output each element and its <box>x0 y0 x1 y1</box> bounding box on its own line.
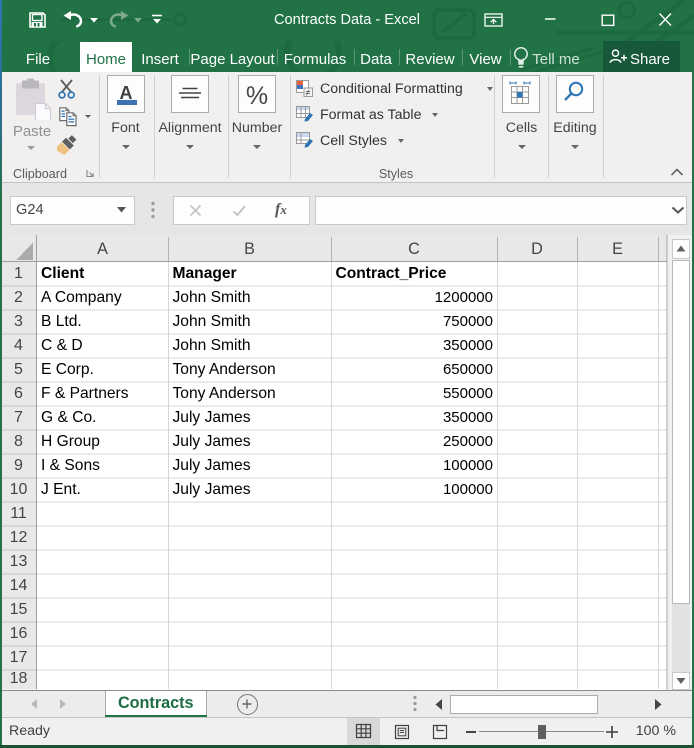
svg-text:≠: ≠ <box>306 88 311 98</box>
